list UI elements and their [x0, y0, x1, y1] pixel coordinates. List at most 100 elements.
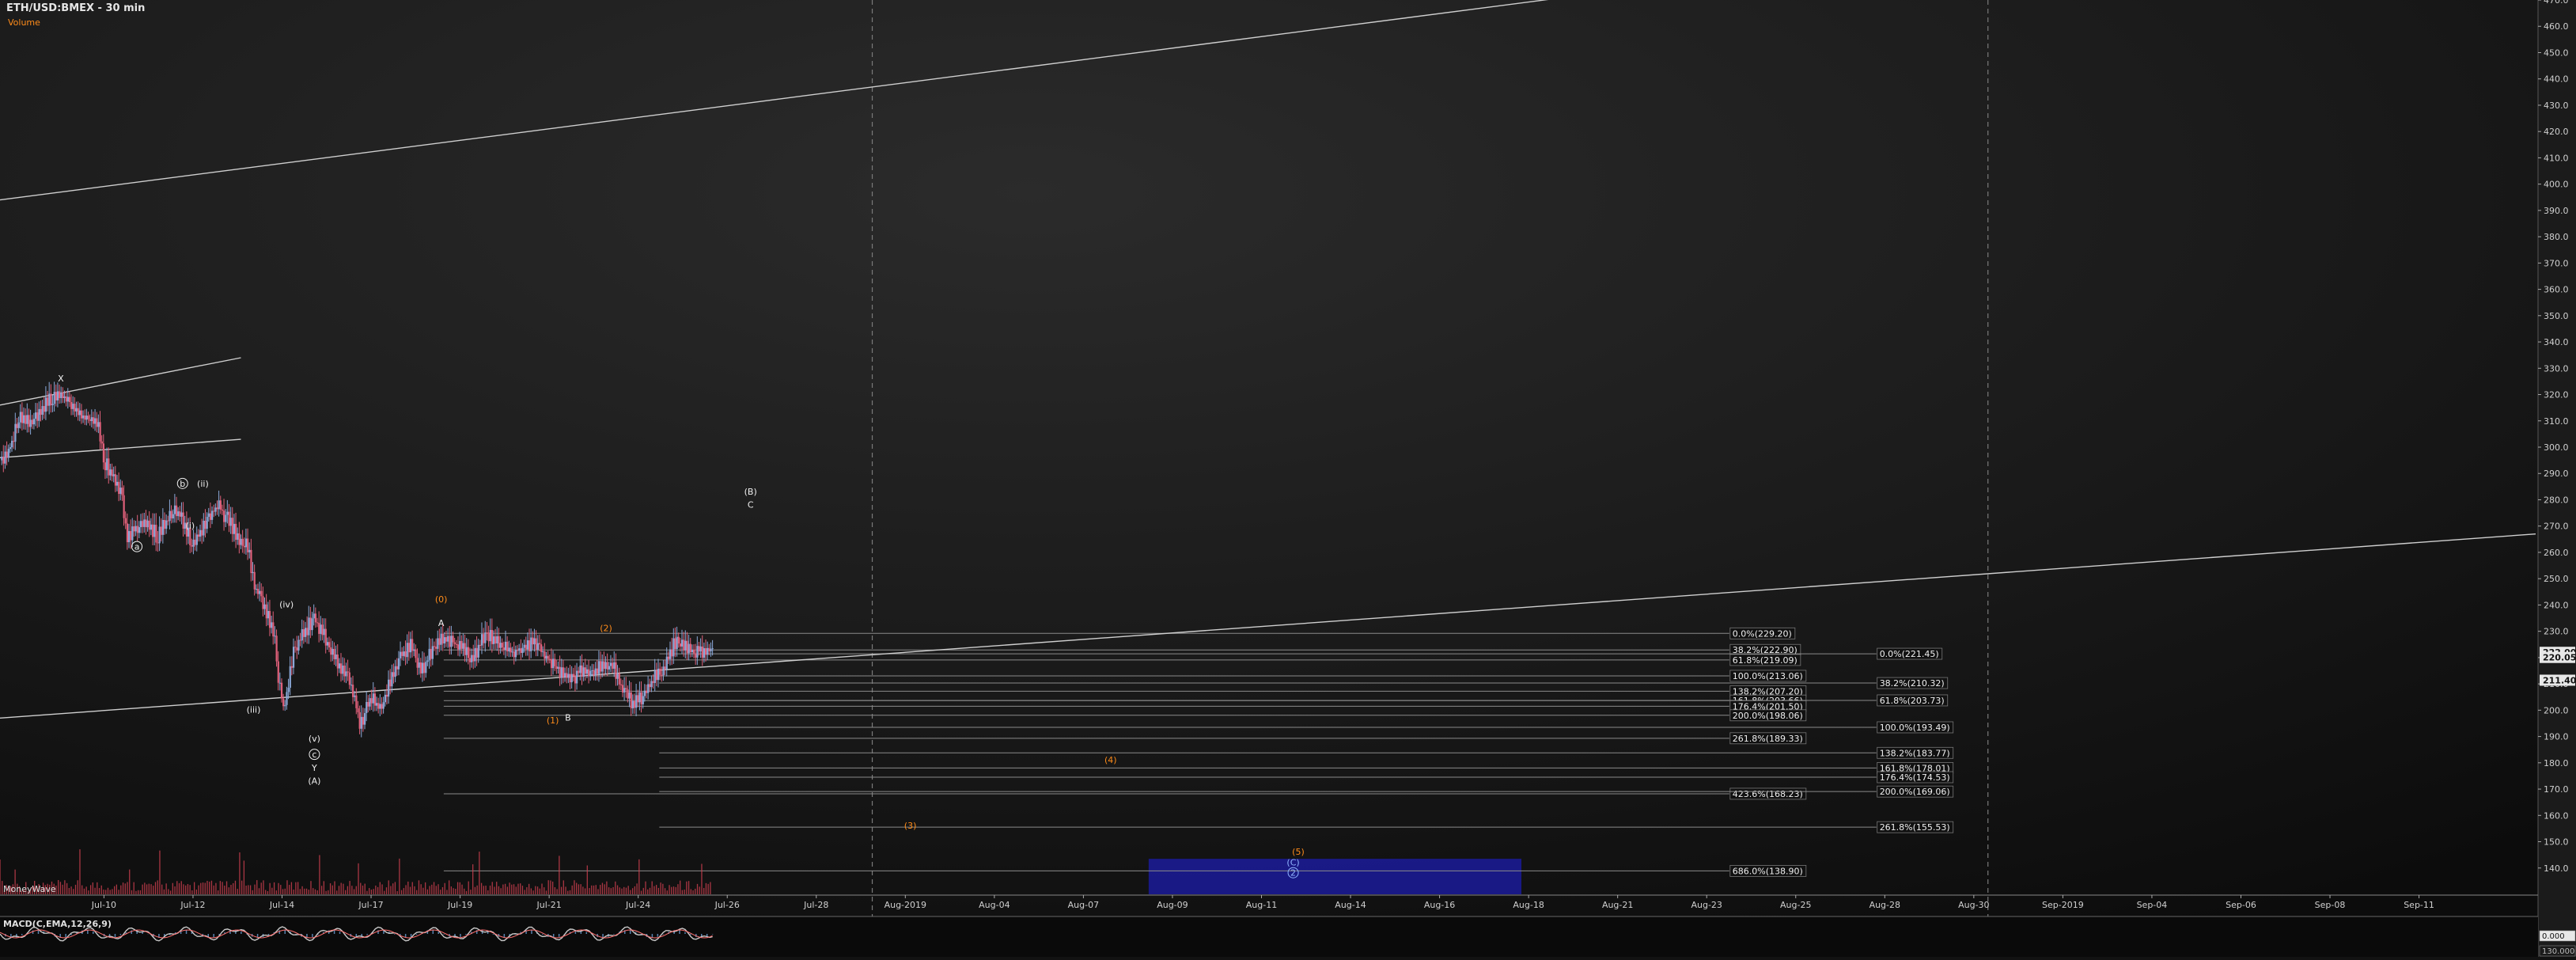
candle-body-223	[377, 703, 380, 709]
candle-body-395	[669, 649, 672, 659]
candle-body-81	[136, 526, 138, 533]
candle-body-12	[19, 412, 21, 423]
candle-body-118	[199, 529, 202, 537]
candle-body-262	[443, 637, 446, 644]
price-tick-label-17: 310.0	[2544, 416, 2569, 427]
wave-label-3: (i)	[186, 521, 195, 531]
candle-body-65	[109, 469, 112, 476]
wave-label-13: (1)	[547, 715, 559, 726]
candle-body-29	[48, 393, 51, 406]
candle-body-105	[177, 511, 180, 517]
candle-body-114	[192, 539, 195, 547]
candle-body-297	[502, 647, 506, 651]
price-tick-label-4: 180.0	[2544, 758, 2569, 768]
candle-body-126	[213, 510, 215, 512]
candle-body-139	[235, 523, 237, 541]
price-tick-label-27: 410.0	[2544, 153, 2569, 163]
candle-body-60	[100, 441, 103, 444]
candle-body-240	[406, 643, 408, 658]
candle-body-238	[403, 651, 405, 656]
candle-body-362	[613, 662, 616, 669]
wave-label-2: b	[180, 479, 185, 489]
candle-body-184	[311, 618, 313, 631]
time-tick-label-10: Aug-04	[979, 900, 1010, 910]
candle-body-393	[665, 656, 668, 670]
candle-body-183	[309, 617, 312, 631]
candle-body-303	[513, 651, 515, 658]
time-tick-label-21: Aug-30	[1958, 900, 1989, 910]
candle-body-145	[244, 538, 248, 548]
candle-body-281	[475, 647, 478, 658]
candle-body-129	[218, 500, 220, 510]
candle-body-249	[421, 662, 424, 674]
time-tick-label-24: Sep-06	[2226, 900, 2256, 910]
candle-body-328	[555, 666, 558, 670]
candle-body-71	[119, 488, 122, 495]
candle-body-334	[566, 673, 568, 678]
candle-body-87	[146, 520, 149, 528]
candle-body-149	[252, 571, 254, 574]
candle-body-288	[487, 632, 490, 642]
candle-body-15	[25, 415, 27, 424]
fib-label-1-4: 138.2%(183.77)	[1880, 748, 1950, 758]
time-tick-label-6: Jul-24	[625, 900, 650, 910]
time-tick-label-19: Aug-25	[1780, 900, 1811, 910]
candle-body-159	[268, 611, 271, 628]
candle-body-44	[74, 404, 76, 412]
candle-body-130	[219, 500, 222, 510]
candle-body-157	[265, 604, 267, 619]
candle-body-286	[484, 632, 487, 643]
candle-body-8	[13, 440, 15, 442]
candle-body-302	[511, 651, 513, 653]
candle-body-186	[314, 613, 317, 623]
candle-body-273	[462, 643, 464, 649]
candle-body-98	[165, 520, 168, 529]
candle-body-61	[102, 443, 105, 463]
candle-body-178	[301, 629, 303, 641]
price-tick-label-1: 150.0	[2544, 837, 2569, 848]
macd-label: MACD(C,EMA,12,26,9)	[3, 919, 112, 929]
candle-body-83	[139, 521, 142, 528]
candle-body-204	[345, 671, 347, 677]
candle-body-43	[72, 404, 74, 409]
candle-body-161	[272, 622, 275, 637]
price-chart[interactable]: 0.0%(229.20)38.2%(222.90)61.8%(219.09)10…	[0, 0, 2576, 957]
candle-body-363	[615, 662, 617, 679]
candle-body-172	[290, 666, 294, 668]
candle-body-276	[467, 647, 470, 658]
candle-body-141	[238, 533, 241, 545]
candle-body-6	[9, 447, 12, 450]
candle-body-359	[608, 666, 611, 670]
candle-body-91	[153, 525, 156, 537]
candle-body-396	[671, 649, 673, 657]
candle-body-375	[635, 695, 638, 708]
candle-body-179	[302, 629, 305, 637]
candle-body-415	[703, 648, 706, 658]
candle-body-97	[163, 519, 166, 529]
candle-body-2	[2, 457, 5, 464]
candle-body-237	[401, 651, 403, 656]
candle-body-367	[621, 685, 624, 692]
candle-body-247	[418, 662, 420, 668]
candle-body-221	[373, 693, 377, 706]
candle-body-127	[214, 507, 217, 512]
candle-body-35	[59, 391, 61, 398]
candle-body-214	[362, 716, 365, 725]
price-tick-label-14: 280.0	[2544, 495, 2569, 505]
candle-body-68	[114, 474, 117, 486]
candle-body-311	[526, 640, 529, 650]
candle-body-124	[209, 513, 212, 520]
candle-body-355	[601, 661, 604, 672]
candle-body-346	[585, 669, 589, 674]
candle-body-121	[204, 520, 206, 529]
candle-body-225	[381, 704, 383, 709]
candle-body-257	[435, 647, 438, 649]
time-tick-label-12: Aug-09	[1157, 900, 1188, 910]
candle-body-108	[182, 512, 184, 529]
price-tick-label-13: 270.0	[2544, 522, 2569, 532]
candle-body-171	[289, 666, 291, 689]
candle-body-287	[486, 632, 488, 634]
candle-body-216	[366, 701, 368, 714]
time-tick-label-23: Sep-04	[2137, 900, 2168, 910]
wave-label-0: X	[58, 374, 64, 384]
